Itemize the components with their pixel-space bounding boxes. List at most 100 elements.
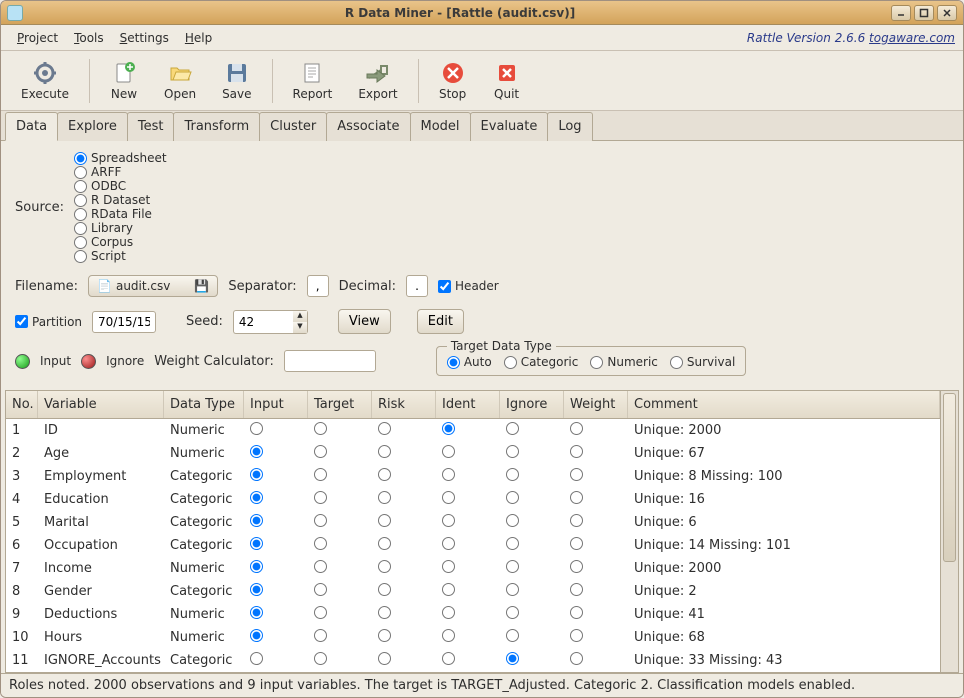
source-corpus[interactable]: Corpus bbox=[74, 235, 167, 249]
source-odbc[interactable]: ODBC bbox=[74, 179, 167, 193]
role-risk-radio[interactable] bbox=[378, 422, 391, 435]
role-risk-radio[interactable] bbox=[378, 583, 391, 596]
role-target-radio[interactable] bbox=[314, 537, 327, 550]
tab-cluster[interactable]: Cluster bbox=[259, 112, 327, 141]
role-target-radio[interactable] bbox=[314, 560, 327, 573]
role-target-radio[interactable] bbox=[314, 445, 327, 458]
partition-input[interactable] bbox=[92, 311, 156, 333]
role-input-radio[interactable] bbox=[250, 560, 263, 573]
role-ident-radio[interactable] bbox=[442, 422, 455, 435]
export-button[interactable]: Export bbox=[348, 57, 407, 104]
role-ident-radio[interactable] bbox=[442, 583, 455, 596]
role-input-radio[interactable] bbox=[250, 491, 263, 504]
seed-input[interactable] bbox=[233, 310, 293, 334]
grid-scrollbar[interactable] bbox=[940, 391, 958, 672]
role-ident-radio[interactable] bbox=[442, 652, 455, 665]
partition-checkbox[interactable]: Partition bbox=[15, 315, 82, 329]
role-ident-radio[interactable] bbox=[442, 491, 455, 504]
save-button[interactable]: Save bbox=[212, 57, 261, 104]
role-risk-radio[interactable] bbox=[378, 445, 391, 458]
role-risk-radio[interactable] bbox=[378, 468, 391, 481]
role-weight-radio[interactable] bbox=[570, 422, 583, 435]
role-risk-radio[interactable] bbox=[378, 514, 391, 527]
role-ident-radio[interactable] bbox=[442, 560, 455, 573]
role-risk-radio[interactable] bbox=[378, 606, 391, 619]
table-row[interactable]: 8GenderCategoricUnique: 2 bbox=[6, 580, 940, 603]
role-risk-radio[interactable] bbox=[378, 629, 391, 642]
role-weight-radio[interactable] bbox=[570, 606, 583, 619]
col-target[interactable]: Target bbox=[308, 391, 372, 418]
role-ignore-radio[interactable] bbox=[506, 629, 519, 642]
execute-button[interactable]: Execute bbox=[11, 57, 79, 104]
table-row[interactable]: 5MaritalCategoricUnique: 6 bbox=[6, 511, 940, 534]
role-target-radio[interactable] bbox=[314, 468, 327, 481]
role-input-radio[interactable] bbox=[250, 422, 263, 435]
edit-button[interactable]: Edit bbox=[417, 309, 464, 334]
role-weight-radio[interactable] bbox=[570, 560, 583, 573]
col-no[interactable]: No. bbox=[6, 391, 38, 418]
tab-log[interactable]: Log bbox=[547, 112, 592, 141]
role-target-radio[interactable] bbox=[314, 583, 327, 596]
target-type-survival[interactable]: Survival bbox=[670, 355, 735, 369]
menu-project[interactable]: Project bbox=[9, 28, 66, 48]
role-weight-radio[interactable] bbox=[570, 583, 583, 596]
table-row[interactable]: 2AgeNumericUnique: 67 bbox=[6, 442, 940, 465]
role-target-radio[interactable] bbox=[314, 514, 327, 527]
role-target-radio[interactable] bbox=[314, 606, 327, 619]
role-target-radio[interactable] bbox=[314, 422, 327, 435]
role-input-radio[interactable] bbox=[250, 606, 263, 619]
open-button[interactable]: Open bbox=[154, 57, 206, 104]
table-row[interactable]: 11IGNORE_AccountsCategoricUnique: 33 Mis… bbox=[6, 649, 940, 672]
table-row[interactable]: 9DeductionsNumericUnique: 41 bbox=[6, 603, 940, 626]
source-r-dataset[interactable]: R Dataset bbox=[74, 193, 167, 207]
role-ignore-radio[interactable] bbox=[506, 606, 519, 619]
table-row[interactable]: 1IDNumericUnique: 2000 bbox=[6, 419, 940, 442]
menu-settings[interactable]: Settings bbox=[112, 28, 177, 48]
source-spreadsheet[interactable]: Spreadsheet bbox=[74, 151, 167, 165]
role-ignore-radio[interactable] bbox=[506, 491, 519, 504]
decimal-input[interactable] bbox=[406, 275, 428, 297]
col-weight[interactable]: Weight bbox=[564, 391, 628, 418]
quit-button[interactable]: Quit bbox=[483, 57, 531, 104]
role-input-radio[interactable] bbox=[250, 652, 263, 665]
role-weight-radio[interactable] bbox=[570, 491, 583, 504]
role-ident-radio[interactable] bbox=[442, 445, 455, 458]
report-button[interactable]: Report bbox=[283, 57, 343, 104]
tab-model[interactable]: Model bbox=[410, 112, 471, 141]
role-ignore-radio[interactable] bbox=[506, 537, 519, 550]
role-input-radio[interactable] bbox=[250, 583, 263, 596]
tab-data[interactable]: Data bbox=[5, 112, 58, 141]
role-input-radio[interactable] bbox=[250, 537, 263, 550]
role-weight-radio[interactable] bbox=[570, 514, 583, 527]
role-weight-radio[interactable] bbox=[570, 468, 583, 481]
tab-transform[interactable]: Transform bbox=[173, 112, 260, 141]
source-script[interactable]: Script bbox=[74, 249, 167, 263]
role-target-radio[interactable] bbox=[314, 629, 327, 642]
role-ident-radio[interactable] bbox=[442, 537, 455, 550]
tab-test[interactable]: Test bbox=[127, 112, 175, 141]
minimize-button[interactable] bbox=[891, 5, 911, 21]
role-risk-radio[interactable] bbox=[378, 560, 391, 573]
role-ignore-radio[interactable] bbox=[506, 514, 519, 527]
col-risk[interactable]: Risk bbox=[372, 391, 436, 418]
role-ignore-radio[interactable] bbox=[506, 468, 519, 481]
separator-input[interactable] bbox=[307, 275, 329, 297]
col-variable[interactable]: Variable bbox=[38, 391, 164, 418]
version-link[interactable]: togaware.com bbox=[869, 31, 955, 45]
source-rdata-file[interactable]: RData File bbox=[74, 207, 167, 221]
target-type-auto[interactable]: Auto bbox=[447, 355, 492, 369]
target-type-numeric[interactable]: Numeric bbox=[590, 355, 658, 369]
col-input[interactable]: Input bbox=[244, 391, 308, 418]
tab-explore[interactable]: Explore bbox=[57, 112, 128, 141]
table-row[interactable]: 10HoursNumericUnique: 68 bbox=[6, 626, 940, 649]
close-button[interactable] bbox=[937, 5, 957, 21]
tab-associate[interactable]: Associate bbox=[326, 112, 410, 141]
role-weight-radio[interactable] bbox=[570, 652, 583, 665]
role-input-radio[interactable] bbox=[250, 514, 263, 527]
spin-up[interactable]: ▲ bbox=[293, 311, 307, 322]
filename-picker[interactable]: 📄 audit.csv 💾 bbox=[88, 275, 218, 297]
role-ignore-radio[interactable] bbox=[506, 560, 519, 573]
table-row[interactable]: 6OccupationCategoricUnique: 14 Missing: … bbox=[6, 534, 940, 557]
table-row[interactable]: 3EmploymentCategoricUnique: 8 Missing: 1… bbox=[6, 465, 940, 488]
maximize-button[interactable] bbox=[914, 5, 934, 21]
